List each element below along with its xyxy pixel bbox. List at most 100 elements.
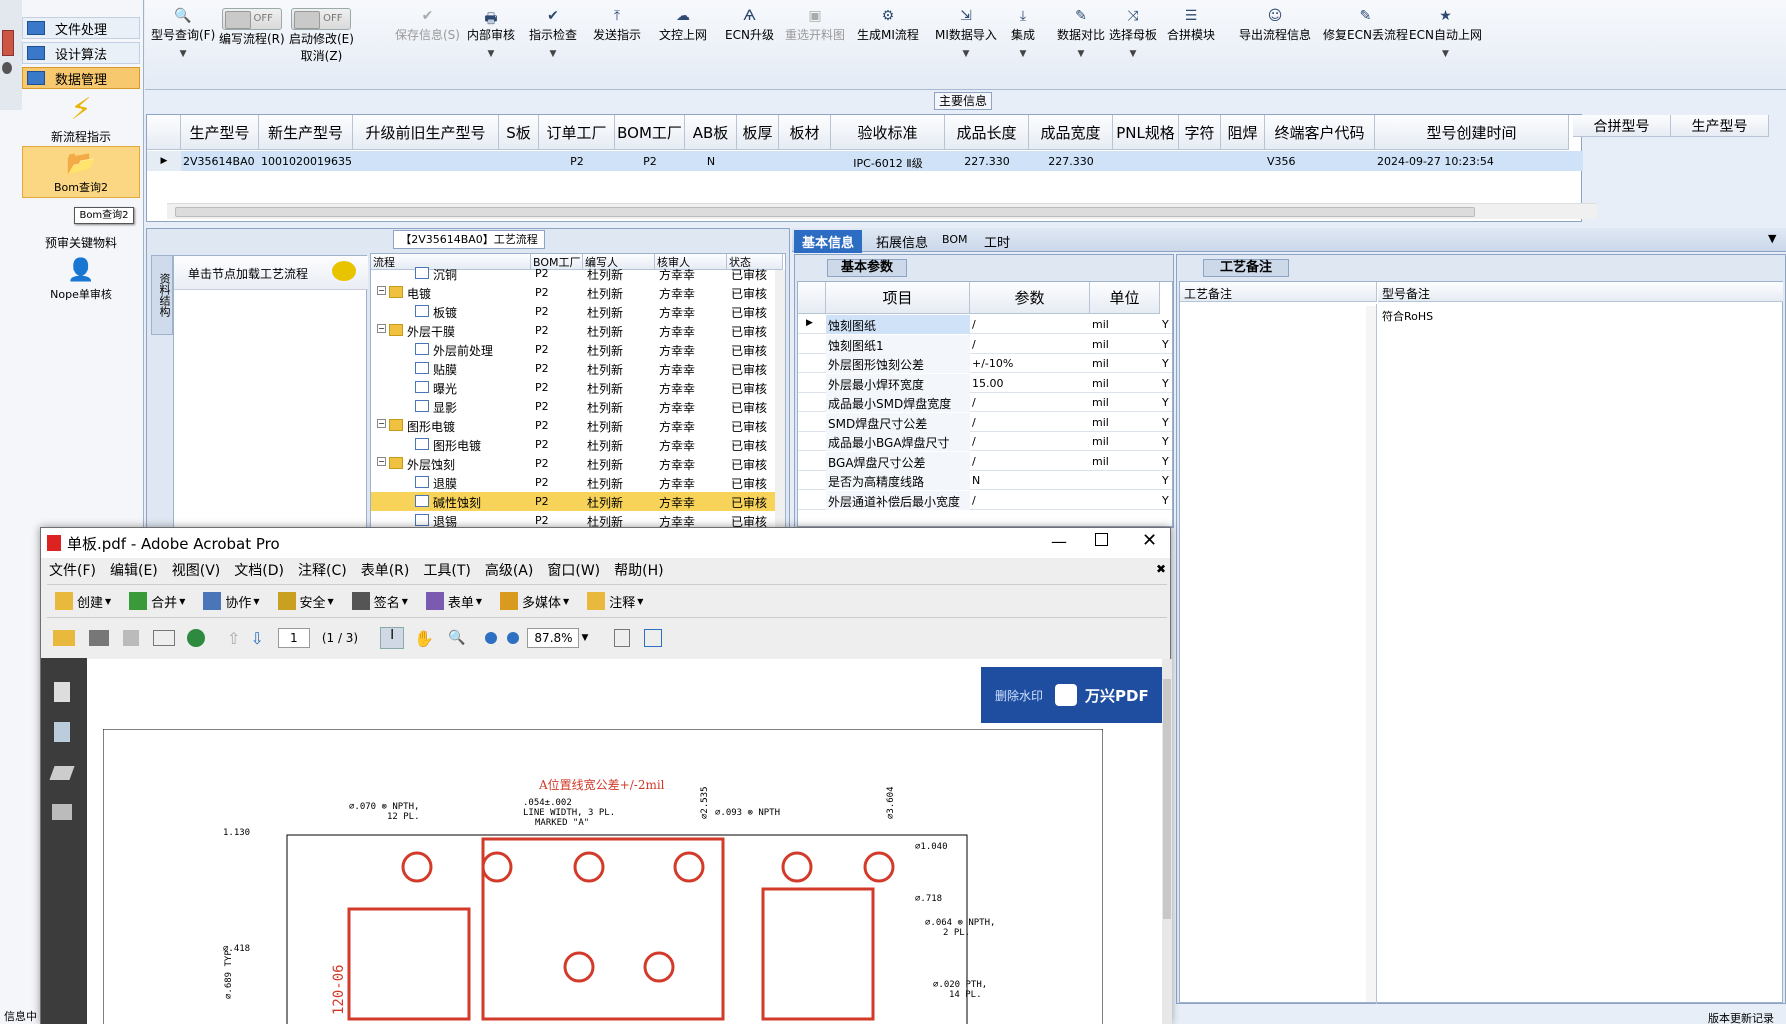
nav-item-algo[interactable]: 设计算法: [22, 42, 140, 64]
main-info-row[interactable]: ▶ 2V35614BA0 10010200196351 P2 P2 N IPC-6012 Ⅱ…: [147, 151, 1583, 171]
model-remark-value[interactable]: 符合RoHS: [1382, 308, 1433, 324]
menu-item[interactable]: 窗口(W): [547, 560, 600, 580]
chevron-down-icon[interactable]: ▼: [179, 597, 185, 606]
email-icon[interactable]: [153, 630, 175, 646]
chevron-down-icon[interactable]: ▼: [529, 49, 577, 59]
cell[interactable]: 227.330: [947, 155, 1027, 168]
toolbar-button-10[interactable]: ⚙ 生成MI流程: [857, 8, 919, 43]
toolbar-button-14[interactable]: ⤨ 选择母板 ▼: [1109, 8, 1157, 59]
col-header[interactable]: 项目: [826, 282, 970, 314]
chevron-down-icon[interactable]: ▼: [402, 597, 408, 606]
page-input[interactable]: 1: [277, 628, 310, 648]
tab-extended-info[interactable]: 拓展信息: [868, 230, 936, 253]
col-header[interactable]: 生产型号: [181, 115, 259, 150]
param-row[interactable]: SMD焊盘尺寸公差 / mil Y: [798, 412, 1172, 432]
tool-button-5[interactable]: 表单 ▼: [425, 592, 482, 611]
tab-process-remarks[interactable]: 工艺备注: [1203, 259, 1289, 277]
nav-item-file[interactable]: 文件处理: [22, 17, 140, 39]
chevron-down-icon[interactable]: ▼: [1011, 49, 1035, 59]
minimize-icon[interactable]: —: [1051, 532, 1067, 551]
collapse-icon[interactable]: −: [377, 286, 386, 295]
zoom-tool-icon[interactable]: 🔍: [448, 630, 465, 646]
zoom-input[interactable]: 87.8%: [527, 628, 580, 648]
chevron-down-icon[interactable]: ▼: [105, 597, 111, 606]
toggle-switch[interactable]: OFF: [221, 8, 282, 30]
cell[interactable]: N: [687, 155, 735, 168]
col-header[interactable]: 新生产型号: [259, 115, 353, 150]
tree-row[interactable]: 显影 P2 杜列新 方幸幸 已审核: [371, 397, 783, 416]
tree-row[interactable]: − 外层蚀刻 P2 杜列新 方幸幸 已审核: [371, 454, 783, 473]
side-tab[interactable]: 资料结构: [151, 255, 173, 335]
tree-row[interactable]: 退膜 P2 杜列新 方幸幸 已审核: [371, 473, 783, 492]
param-value[interactable]: /: [972, 338, 976, 351]
cell[interactable]: 2V35614BA0: [183, 155, 257, 168]
zoom-out-icon[interactable]: [485, 632, 498, 644]
toolbar-button-8[interactable]: Ѧ ECN升级: [725, 8, 774, 43]
menu-item[interactable]: 工具(T): [423, 560, 470, 580]
maximize-icon[interactable]: [1095, 533, 1108, 546]
param-row[interactable]: BGA焊盘尺寸公差 / mil Y: [798, 451, 1172, 471]
menu-item[interactable]: 注释(C): [298, 560, 347, 580]
toolbar-button-9[interactable]: ▣ 重选开料图: [785, 8, 845, 43]
param-value[interactable]: 15.00: [972, 377, 1004, 390]
toolbar-button-5[interactable]: ✔ 指示检查 ▼: [529, 8, 577, 59]
toolbar-button-16[interactable]: ☺ 导出流程信息: [1239, 8, 1311, 43]
toolbar-button-15[interactable]: ☰ 合拼模块: [1167, 8, 1215, 43]
cell[interactable]: 2024-09-27 10:23:54: [1377, 155, 1567, 168]
chevron-down-icon[interactable]: ▼: [581, 633, 588, 643]
chevron-down-icon[interactable]: ▼: [253, 597, 259, 606]
signatures-icon[interactable]: [52, 804, 72, 820]
param-row[interactable]: 成品最小BGA焊盘尺寸 / mil Y: [798, 432, 1172, 451]
chevron-down-icon[interactable]: ▼: [637, 597, 643, 606]
col-header[interactable]: 成品宽度: [1029, 115, 1113, 150]
scroll-thumb[interactable]: [175, 207, 1475, 217]
tool-button-4[interactable]: 签名 ▼: [351, 592, 408, 611]
col-header[interactable]: PNL规格: [1113, 115, 1179, 150]
menu-item[interactable]: 文件(F): [49, 560, 96, 580]
tree-row[interactable]: 曝光 P2 杜列新 方幸幸 已审核: [371, 378, 783, 397]
param-row[interactable]: 外层通道补偿后最小宽度 / Y: [798, 490, 1172, 510]
pdf-v-scrollbar[interactable]: [1162, 659, 1172, 1024]
col-header[interactable]: AB板: [685, 115, 737, 150]
fit-width-icon[interactable]: [644, 629, 663, 647]
tab-bom[interactable]: BOM: [934, 231, 976, 248]
tree-row[interactable]: 沉铜 P2 杜列新 方幸幸 已审核: [371, 264, 783, 283]
chevron-down-icon[interactable]: ▼: [151, 49, 215, 59]
tool-button-6[interactable]: 多媒体 ▼: [500, 592, 569, 611]
toolbar-button-13[interactable]: ✎ 数据对比 ▼: [1057, 8, 1105, 59]
tool-button-3[interactable]: 安全 ▼: [277, 592, 334, 611]
page-down-icon[interactable]: ⇩: [250, 629, 263, 648]
toolbar-button-1[interactable]: OFF 编写流程(R): [219, 8, 285, 47]
cell[interactable]: IPC-6012 Ⅱ级: [833, 155, 943, 171]
chevron-down-icon[interactable]: ▼: [328, 597, 334, 606]
param-value[interactable]: /: [972, 318, 976, 331]
cell[interactable]: 227.330: [1031, 155, 1111, 168]
col-header[interactable]: 升级前旧生产型号: [353, 115, 499, 150]
col-header[interactable]: 单位: [1090, 282, 1160, 314]
v-scrollbar[interactable]: [1366, 306, 1376, 1002]
tree-row[interactable]: 贴膜 P2 杜列新 方幸幸 已审核: [371, 359, 783, 378]
tree-row[interactable]: 碱性蚀刻 P2 杜列新 方幸幸 已审核: [371, 492, 783, 511]
param-value[interactable]: /: [972, 416, 976, 429]
toolbar-button-7[interactable]: ☁ 文控上网: [659, 8, 707, 43]
param-row[interactable]: 外层图形蚀刻公差 +/-10% mil Y: [798, 354, 1172, 373]
param-row[interactable]: 成品最小SMD焊盘宽度 / mil Y: [798, 393, 1172, 412]
param-value[interactable]: /: [972, 435, 976, 448]
scroll-thumb[interactable]: [1163, 679, 1171, 919]
tool-button-2[interactable]: 协作 ▼: [203, 592, 260, 611]
v-scrollbar[interactable]: [775, 270, 785, 528]
save-icon[interactable]: [123, 630, 139, 646]
tree-row[interactable]: − 电镀 P2 杜列新 方幸幸 已审核: [371, 283, 783, 302]
chevron-down-icon[interactable]: ▼: [563, 597, 569, 606]
chevron-down-icon[interactable]: ▼: [467, 49, 515, 59]
chevron-down-icon[interactable]: ▼: [476, 597, 482, 606]
tree-row[interactable]: − 外层干膜 P2 杜列新 方幸幸 已审核: [371, 321, 783, 340]
print-icon[interactable]: [89, 630, 109, 646]
tool-preaudit[interactable]: 预审关键物料: [22, 234, 140, 252]
toolbar-button-4[interactable]: 🖶 内部审核 ▼: [467, 8, 515, 59]
cell[interactable]: V356: [1267, 155, 1373, 168]
col-header[interactable]: 验收标准: [831, 115, 945, 150]
col-header[interactable]: S板: [499, 115, 539, 150]
param-value[interactable]: /: [972, 494, 976, 507]
toolbar-button-18[interactable]: ★ ECN自动上网 ▼: [1409, 8, 1482, 59]
